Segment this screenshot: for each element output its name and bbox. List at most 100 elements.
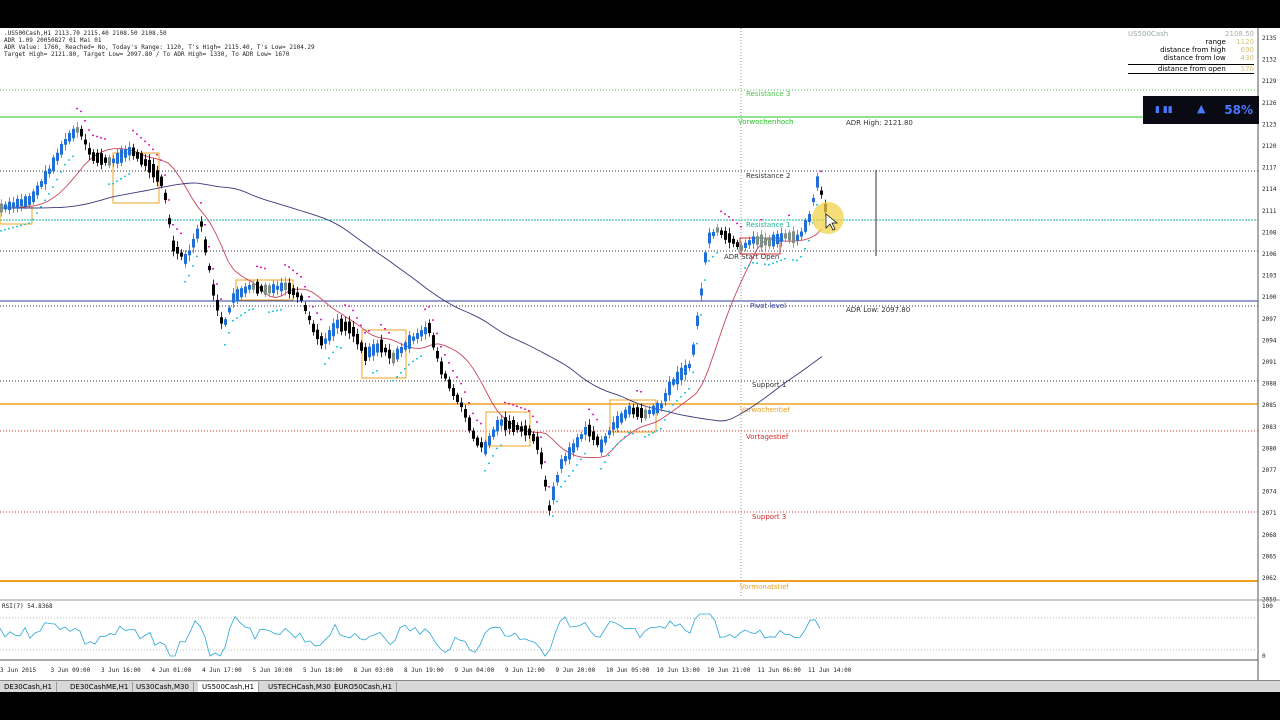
sar-dot [8, 227, 10, 230]
candle [564, 452, 567, 465]
chart-tab-0[interactable]: DE30Cash,H1 [0, 682, 57, 692]
candle [244, 282, 247, 298]
sar-dot [512, 404, 514, 406]
chart-canvas[interactable]: .US500Cash,H1 2113.70 2115.40 2108.50 21… [0, 28, 1280, 680]
candle [644, 407, 647, 421]
candle [508, 415, 511, 435]
price-axis-tick: 2126 [1262, 100, 1277, 107]
candle [440, 357, 443, 379]
sar-dot [304, 286, 306, 288]
sar-dot [380, 324, 382, 326]
candle [412, 332, 415, 345]
sar-dot [372, 372, 374, 374]
resistance1-label: Resistance 1 [746, 221, 790, 229]
candle [264, 282, 267, 298]
rsi-label: RSI(7) 54.8368 [2, 603, 53, 610]
candle [504, 411, 507, 436]
price-axis-tick: 2120 [1262, 143, 1277, 150]
candle [744, 239, 747, 252]
candle [372, 339, 375, 361]
sar-dot [0, 230, 2, 232]
sar-dot [720, 210, 722, 213]
candle [228, 305, 231, 315]
candle [552, 482, 555, 505]
sar-dot [452, 370, 454, 372]
time-axis: 3 Jun 2015 3 Jun 09:00 3 Jun 16:00 4 Jun 01… [0, 659, 1258, 674]
price-axis-tick: 2088 [1262, 381, 1277, 388]
candle [36, 181, 39, 200]
sar-dot [60, 171, 62, 173]
header-line-4: Target High= 2121.80, Target Low= 2097.8… [4, 51, 290, 58]
candle [224, 317, 227, 327]
price-axis-tick: 2123 [1262, 121, 1277, 128]
sar-dot [540, 436, 542, 438]
time-axis-tick: 4 Jun 17:00 [202, 667, 242, 674]
sar-dot [240, 314, 242, 317]
candle [408, 331, 411, 353]
candle [152, 158, 155, 183]
sar-dot [656, 430, 658, 432]
candle [368, 343, 371, 361]
candle [236, 286, 239, 305]
sar-dot [120, 178, 122, 180]
sar-dot [592, 413, 594, 416]
sar-dot [460, 382, 462, 385]
candle [188, 244, 191, 262]
sar-dot [600, 468, 602, 470]
sar-dot [296, 272, 298, 275]
chart-tab-1[interactable]: DE30CashME,H1 [66, 682, 134, 692]
chart-tab-3[interactable]: US500Cash,H1 [198, 682, 260, 692]
candle [816, 173, 819, 191]
price-chart[interactable]: .US500Cash,H1 2113.70 2115.40 2108.50 21… [0, 28, 1280, 680]
chart-tab-2[interactable]: US30Cash,M30 [132, 682, 194, 692]
chart-header: .US500Cash,H1 2113.70 2115.40 2108.50 21… [4, 30, 315, 58]
sar-dot [68, 159, 70, 161]
candle [396, 345, 399, 363]
candle [216, 294, 219, 316]
candle [288, 278, 291, 299]
candle [492, 426, 495, 440]
sar-dot [316, 312, 318, 314]
sar-dot [148, 144, 150, 146]
candle [388, 343, 391, 365]
sar-dot [36, 212, 38, 214]
price-axis-tick: 2074 [1262, 489, 1277, 496]
candle [460, 397, 463, 413]
sar-dot [652, 432, 654, 434]
sar-dot [232, 320, 234, 322]
chart-tab-5[interactable]: EURO50Cash,H1 [330, 682, 398, 692]
sar-dot [80, 110, 82, 113]
sar-dot [644, 436, 646, 438]
pivot-level-label: Pivot level [750, 302, 786, 310]
sar-dot [704, 279, 706, 281]
sar-dot [276, 309, 278, 312]
candle [772, 231, 775, 250]
sar-dot [572, 470, 574, 472]
info-row-distance-open: distance from open 170 [1128, 64, 1254, 74]
candle [104, 154, 107, 166]
price-axis-tick: 2129 [1262, 78, 1277, 85]
candle [44, 165, 47, 191]
sar-dot [100, 137, 102, 139]
sar-dot [672, 404, 674, 406]
up-triangle-icon: ▲ [1197, 102, 1206, 115]
sar-dot [368, 330, 370, 332]
candle [704, 249, 707, 265]
sar-dot [608, 454, 610, 457]
sar-dot [48, 193, 50, 195]
sar-dot [344, 304, 346, 306]
candle [776, 230, 779, 248]
sar-dot [448, 362, 450, 364]
sar-dot [12, 226, 14, 229]
sar-dot [160, 159, 162, 161]
sar-dot [428, 306, 430, 308]
sar-dot [376, 370, 378, 372]
sar-dot [500, 444, 502, 447]
candle [544, 475, 547, 491]
sar-dot [588, 408, 590, 411]
sar-dot [432, 319, 434, 321]
chart-tab-4[interactable]: USTECHCash,M30 [264, 682, 336, 692]
candle [72, 125, 75, 142]
sar-dot [236, 317, 238, 319]
sar-dot [440, 346, 442, 348]
